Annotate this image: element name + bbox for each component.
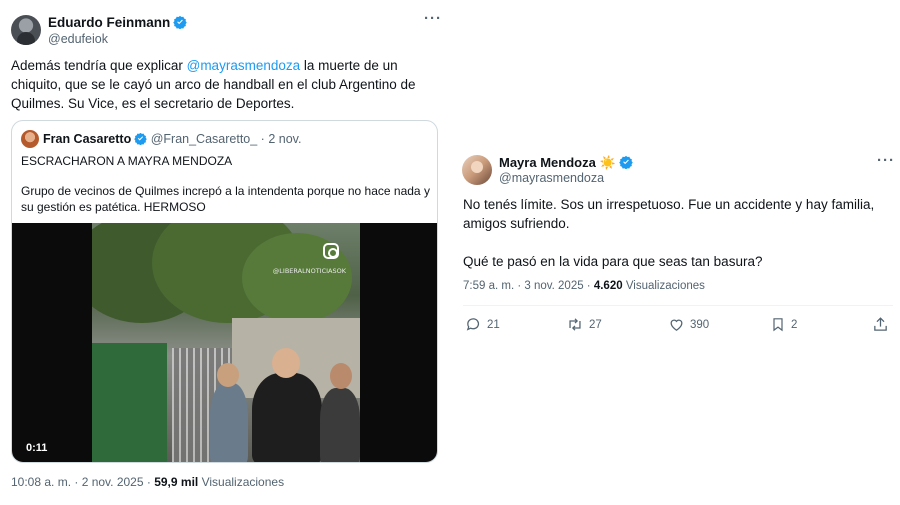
- quote-line-2: Grupo de vecinos de Quilmes increpó a la…: [21, 184, 430, 214]
- divider: [463, 305, 893, 306]
- tweet-meta: 10:08 a. m. · 2 nov. 2025 · 59,9 mil Vis…: [11, 475, 284, 489]
- tweet-text: Además tendría que explicar @mayrasmendo…: [11, 56, 426, 113]
- views-count: 4.620: [593, 280, 623, 292]
- quote-line-1: ESCRACHARON A MAYRA MENDOZA: [21, 154, 233, 168]
- bookmark-count: 2: [791, 318, 798, 331]
- reply-count: 21: [487, 318, 500, 331]
- author-name-text[interactable]: Eduardo Feinmann: [48, 15, 170, 30]
- right-tweet: Mayra Mendoza ☀️ @mayrasmendoza ··· No t…: [450, 140, 900, 345]
- action-bar: 21 27 390 2: [463, 316, 893, 336]
- tweet-timestamp[interactable]: 7:59 a. m. · 3 nov. 2025 ·: [463, 280, 594, 292]
- author-name[interactable]: Eduardo Feinmann: [48, 15, 188, 30]
- quote-text: ESCRACHARON A MAYRA MENDOZA Grupo de vec…: [21, 153, 431, 229]
- verified-badge-icon: [618, 155, 633, 169]
- repost-count: 27: [589, 318, 602, 331]
- sun-emoji: ☀️: [599, 155, 616, 170]
- views-label: Visualizaciones: [622, 280, 705, 292]
- bookmark-button[interactable]: 2: [770, 316, 797, 333]
- tweet-paragraph-1: No tenés límite. Sos un irrespetuoso. Fu…: [463, 197, 875, 231]
- share-icon: [874, 317, 887, 331]
- more-icon[interactable]: ···: [424, 10, 442, 27]
- author-name[interactable]: Mayra Mendoza ☀️: [499, 155, 633, 171]
- like-count: 390: [690, 318, 710, 331]
- tweet-timestamp[interactable]: 10:08 a. m. · 2 nov. 2025 ·: [11, 475, 154, 489]
- share-button[interactable]: [872, 316, 889, 333]
- like-button[interactable]: 390: [668, 316, 709, 333]
- author-handle[interactable]: @edufeiok: [48, 32, 108, 46]
- reply-icon: [466, 318, 480, 331]
- tweet-text: No tenés límite. Sos un irrespetuoso. Fu…: [463, 195, 883, 290]
- mention-link[interactable]: @mayrasmendoza: [187, 58, 301, 73]
- author-handle[interactable]: @mayrasmendoza: [499, 171, 604, 185]
- bookmark-icon: [773, 318, 783, 332]
- reply-button[interactable]: 21: [465, 316, 500, 333]
- views-count: 59,9 mil: [154, 475, 199, 489]
- author-name-text[interactable]: Mayra Mendoza: [499, 155, 596, 170]
- video-duration: 0:11: [26, 442, 48, 454]
- repost-button[interactable]: 27: [566, 316, 602, 333]
- quoted-tweet-card[interactable]: Fran Casaretto @Fran_Casaretto_ · 2 nov.…: [11, 120, 438, 463]
- quote-avatar[interactable]: [21, 130, 39, 148]
- tweet-text-part: Además tendría que explicar: [11, 58, 187, 73]
- instagram-icon: [323, 243, 339, 259]
- repost-icon: [569, 318, 581, 331]
- tweet-paragraph-2: Qué te pasó en la vida para que seas tan…: [463, 254, 763, 269]
- quote-author[interactable]: Fran Casaretto @Fran_Casaretto_ · 2 nov.: [43, 132, 301, 146]
- more-icon[interactable]: ···: [877, 152, 895, 169]
- left-tweet: Eduardo Feinmann @edufeiok ··· Además te…: [0, 0, 450, 505]
- avatar[interactable]: [462, 155, 492, 185]
- views-label: Visualizaciones: [198, 475, 285, 489]
- verified-badge-icon: [134, 132, 148, 145]
- video-frame: [92, 223, 360, 462]
- like-icon: [670, 319, 683, 331]
- video-player[interactable]: @LIBERALNOTICIASOK 0:11: [12, 223, 437, 462]
- avatar[interactable]: [11, 15, 41, 45]
- quote-handle-date[interactable]: @Fran_Casaretto_ · 2 nov.: [151, 132, 302, 146]
- verified-badge-icon: [173, 15, 188, 29]
- video-watermark: @LIBERALNOTICIASOK: [272, 267, 346, 275]
- quote-author-name[interactable]: Fran Casaretto: [43, 132, 131, 146]
- tweet-meta: 7:59 a. m. · 3 nov. 2025 · 4.620 Visuali…: [463, 280, 705, 292]
